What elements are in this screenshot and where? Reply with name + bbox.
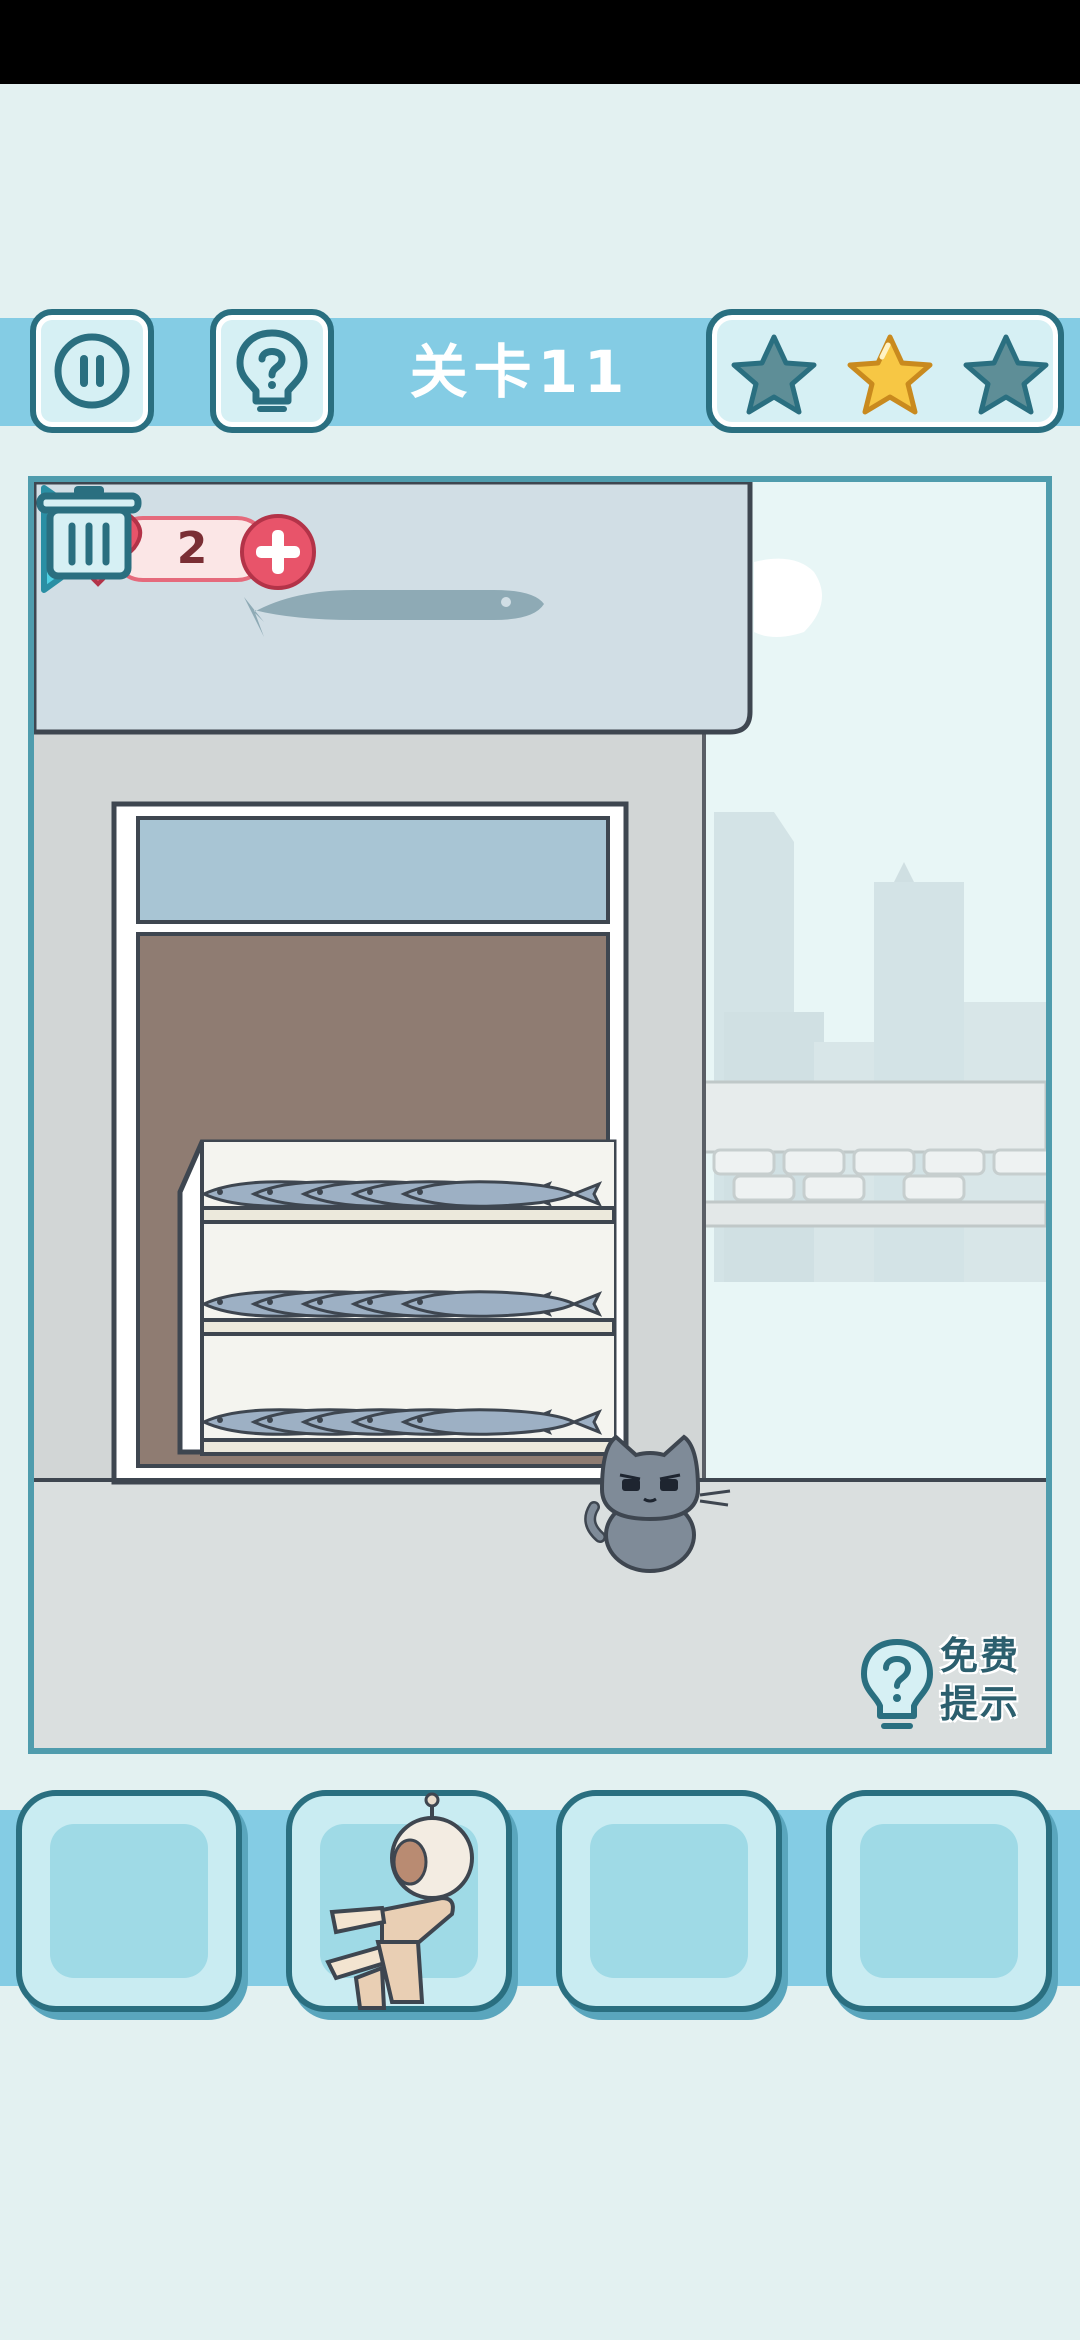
help-button[interactable] xyxy=(210,309,334,433)
slot-inner xyxy=(590,1824,748,1978)
robot-toy-icon[interactable] xyxy=(292,1782,506,2022)
fish-row-top xyxy=(202,1180,601,1208)
slot-inner xyxy=(860,1824,1018,1978)
star-rating xyxy=(706,309,1064,433)
lightbulb-question-icon xyxy=(236,329,308,412)
inventory-slot-1[interactable] xyxy=(16,1790,242,2012)
star-filled-icon xyxy=(847,334,933,415)
fish-shelves[interactable] xyxy=(34,482,1046,1748)
status-bar xyxy=(0,0,1080,84)
inventory-slot-3[interactable] xyxy=(556,1790,782,2012)
fish-row-bottom xyxy=(202,1408,601,1436)
lives-count: 2 xyxy=(176,523,208,574)
trash-icon[interactable] xyxy=(34,482,144,582)
cat-character[interactable] xyxy=(580,1427,740,1577)
free-hint-button[interactable]: 免费提示 xyxy=(854,1630,1046,1740)
level-title: 关卡11 xyxy=(409,338,631,406)
star-empty-icon xyxy=(731,334,817,415)
game-scene[interactable]: 2 免费提示 xyxy=(28,476,1052,1754)
pause-button[interactable] xyxy=(30,309,154,433)
slot-inner xyxy=(50,1824,208,1978)
inventory-slot-4[interactable] xyxy=(826,1790,1052,2012)
pause-icon xyxy=(54,333,130,409)
fish-row-middle xyxy=(202,1290,601,1318)
star-empty-icon xyxy=(963,334,1049,415)
free-hint-label: 免费提示 xyxy=(940,1634,1021,1726)
add-life-button[interactable] xyxy=(238,512,318,592)
inventory-slot-2[interactable] xyxy=(286,1790,512,2012)
lightbulb-question-icon xyxy=(861,1639,933,1729)
